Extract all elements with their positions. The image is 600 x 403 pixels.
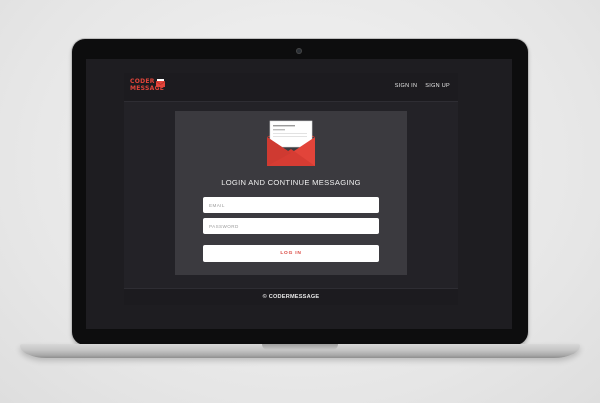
laptop-notch xyxy=(262,344,338,350)
logo[interactable]: CODER MESSAGE xyxy=(130,78,170,96)
login-heading: LOGIN AND CONTINUE MESSAGING xyxy=(221,178,361,187)
login-panel: LOGIN AND CONTINUE MESSAGING LOG IN xyxy=(175,111,407,275)
camera-icon xyxy=(296,48,302,54)
laptop-screen: CODER MESSAGE SIGN IN SIGN UP LOGIN AND … xyxy=(86,59,512,329)
password-field[interactable] xyxy=(203,218,379,234)
sign-up-link[interactable]: SIGN UP xyxy=(425,83,450,89)
top-navigation-bar: CODER MESSAGE SIGN IN SIGN UP xyxy=(124,73,458,102)
header-nav: SIGN IN SIGN UP xyxy=(395,83,450,89)
footer-copyright: © CODERMESSAGE xyxy=(124,288,458,305)
email-field[interactable] xyxy=(203,197,379,213)
envelope-icon xyxy=(156,79,165,87)
envelope-letter-icon xyxy=(267,120,315,166)
login-button[interactable]: LOG IN xyxy=(203,245,379,262)
sign-in-link[interactable]: SIGN IN xyxy=(395,83,418,89)
website: CODER MESSAGE SIGN IN SIGN UP LOGIN AND … xyxy=(124,73,458,305)
